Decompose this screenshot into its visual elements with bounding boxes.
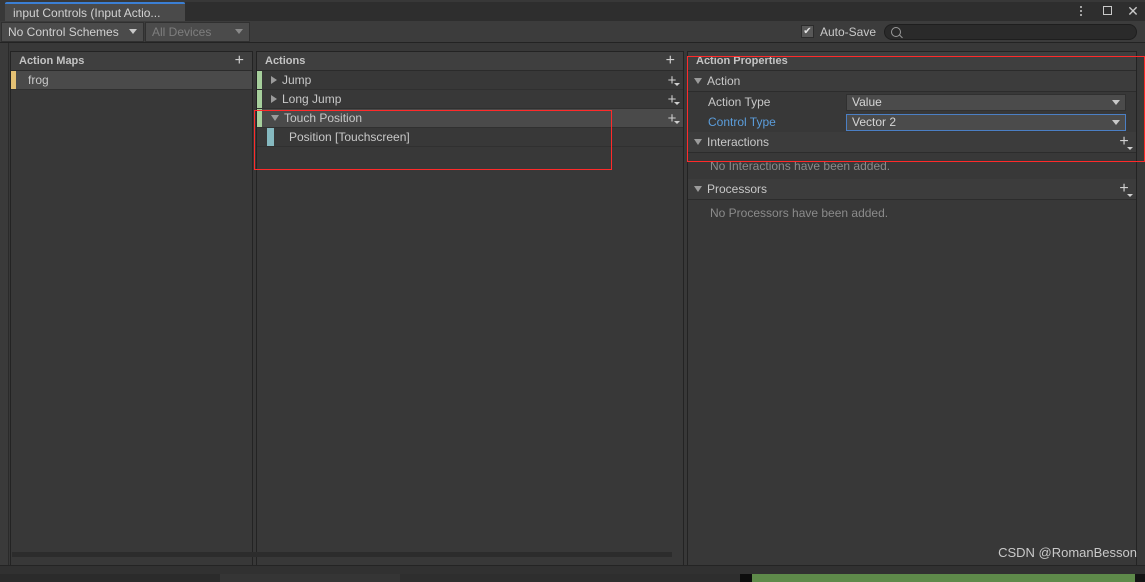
action-label: Jump [282, 73, 312, 87]
action-map-row[interactable]: frog [11, 71, 252, 90]
window-left-edge [0, 43, 9, 567]
action-accent-bar [257, 90, 262, 108]
property-section-title: Action [707, 74, 741, 88]
add-binding-button[interactable]: + [661, 71, 683, 89]
chevron-right-icon[interactable] [271, 76, 277, 84]
property-value-dropdown[interactable]: Value [846, 93, 1126, 111]
auto-save-toggle[interactable]: ✔ Auto-Save [800, 24, 876, 39]
add-binding-button[interactable]: + [661, 109, 683, 127]
unity-input-actions-editor-window: input Controls (Input Actio... ✕ No Cont… [0, 0, 1145, 582]
taskbar-segment [220, 574, 400, 582]
property-field-row: Control Type Vector 2 [688, 112, 1136, 132]
action-row[interactable]: Long Jump + [257, 90, 683, 109]
maximize-icon[interactable] [1099, 3, 1115, 19]
window-controls: ✕ [1073, 1, 1141, 20]
taskbar-segment [1135, 574, 1145, 582]
tab-bar-empty-area [185, 2, 1145, 21]
property-field-row: Action Type Value [688, 92, 1136, 112]
property-section-title: Processors [707, 182, 768, 196]
binding-row[interactable]: Position [Touchscreen] [257, 128, 683, 147]
tab-input-controls[interactable]: input Controls (Input Actio... [5, 2, 185, 21]
window-tab-bar: input Controls (Input Actio... ✕ [0, 0, 1145, 21]
taskbar-segment [740, 574, 752, 582]
property-section-header[interactable]: Processors + [688, 179, 1136, 200]
action-map-accent-bar [11, 71, 16, 89]
search-input[interactable] [906, 25, 1130, 38]
editor-panels: Action Maps + frog Actions + Jump + Long J… [0, 43, 1145, 567]
action-accent-bar [257, 71, 262, 89]
taskbar-segment [400, 574, 740, 582]
auto-save-label: Auto-Save [819, 24, 876, 39]
property-value-dropdown[interactable]: Vector 2 [846, 113, 1126, 131]
chevron-down-icon[interactable] [694, 186, 702, 192]
search-field[interactable] [884, 23, 1137, 40]
chevron-down-icon[interactable] [694, 78, 702, 84]
action-properties-panel: Action Properties Action Action Type Value… [687, 51, 1137, 566]
add-interactions-button[interactable]: + [1112, 132, 1136, 152]
property-section-title: Interactions [707, 135, 770, 149]
chevron-down-icon [674, 83, 680, 86]
chevron-right-icon[interactable] [271, 95, 277, 103]
action-row[interactable]: Jump + [257, 71, 683, 90]
property-value-label: Value [852, 95, 882, 109]
binding-label: Position [Touchscreen] [289, 130, 410, 144]
add-binding-button[interactable]: + [661, 90, 683, 108]
control-scheme-dropdown[interactable]: No Control Schemes [1, 21, 144, 42]
action-row[interactable]: Touch Position + [257, 109, 683, 128]
action-properties-header: Action Properties [688, 52, 1136, 71]
chevron-down-icon [1112, 99, 1120, 105]
chevron-down-icon [1112, 119, 1120, 125]
taskbar-segment [752, 574, 1135, 582]
chevron-down-icon [1127, 147, 1133, 150]
checkbox-icon: ✔ [800, 25, 814, 38]
property-section-header[interactable]: Interactions + [688, 132, 1136, 153]
action-maps-title: Action Maps [19, 55, 85, 67]
chevron-down-icon [674, 121, 680, 124]
add-action-button[interactable]: + [666, 53, 679, 69]
add-action-map-button[interactable]: + [235, 53, 248, 69]
chevron-down-icon [674, 102, 680, 105]
chevron-down-icon[interactable] [271, 115, 279, 121]
watermark: CSDN @RomanBesson [998, 545, 1137, 560]
horizontal-scrollbar[interactable] [12, 552, 672, 557]
control-scheme-label: No Control Schemes [8, 24, 119, 39]
action-accent-bar [257, 109, 262, 127]
editor-toolbar: No Control Schemes All Devices ✔ Auto-Sa… [0, 21, 1145, 43]
action-maps-list: frog [11, 71, 252, 90]
chevron-down-icon [1127, 194, 1133, 197]
action-maps-header: Action Maps + [11, 52, 252, 71]
actions-list: Jump + Long Jump + Touch Position + Position [… [257, 71, 683, 147]
desktop-bottom-strip [0, 574, 1145, 582]
empty-state-note: No Interactions have been added. [710, 159, 891, 173]
property-field-label: Action Type [708, 95, 771, 109]
action-properties-title: Action Properties [696, 55, 788, 67]
binding-accent-bar [267, 128, 274, 146]
chevron-down-icon [129, 29, 137, 34]
actions-title: Actions [265, 55, 306, 67]
actions-header: Actions + [257, 52, 683, 71]
empty-state-note: No Processors have been added. [710, 206, 889, 220]
action-label: Touch Position [284, 111, 363, 125]
action-properties-body: Action Action Type Value Control Type Vector… [688, 71, 1136, 226]
action-maps-panel: Action Maps + frog [10, 51, 253, 566]
property-field-label: Control Type [708, 115, 776, 129]
close-icon[interactable]: ✕ [1125, 3, 1141, 19]
taskbar-segment [0, 574, 220, 582]
kebab-menu-icon[interactable] [1073, 3, 1089, 19]
property-value-label: Vector 2 [852, 115, 897, 129]
add-processors-button[interactable]: + [1112, 179, 1136, 199]
action-map-label: frog [28, 73, 49, 87]
status-bar [0, 565, 1145, 574]
devices-label: All Devices [152, 24, 212, 39]
chevron-down-icon[interactable] [694, 139, 702, 145]
chevron-down-icon [235, 29, 243, 34]
actions-panel: Actions + Jump + Long Jump + Touch Position +… [256, 51, 684, 566]
action-label: Long Jump [282, 92, 342, 106]
devices-dropdown[interactable]: All Devices [145, 21, 250, 42]
property-section-header[interactable]: Action [688, 71, 1136, 92]
search-icon [891, 26, 901, 37]
tab-label: input Controls (Input Actio... [13, 5, 161, 20]
